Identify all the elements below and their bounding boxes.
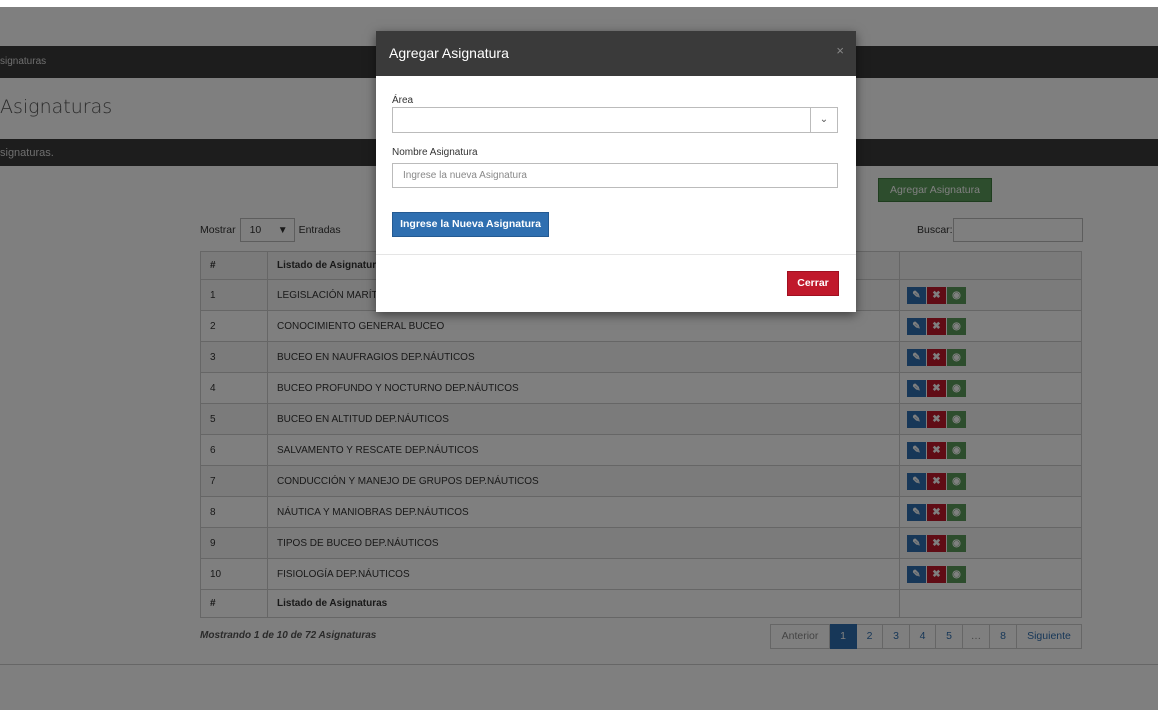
area-label: Área: [392, 95, 414, 106]
subject-name-label: Nombre Asignatura: [392, 147, 478, 158]
submit-subject-button[interactable]: Ingrese la Nueva Asignatura: [392, 212, 549, 237]
modal-body: Área ⌄ Nombre Asignatura Ingrese la nuev…: [376, 76, 856, 255]
chevron-down-icon: ⌄: [810, 108, 837, 132]
modal-footer: Cerrar: [376, 255, 856, 312]
modal-title: Agregar Asignatura: [389, 45, 509, 61]
area-select[interactable]: ⌄: [392, 107, 838, 133]
top-strip: [0, 0, 1158, 6]
subject-name-input[interactable]: Ingrese la nueva Asignatura: [392, 163, 838, 188]
close-icon[interactable]: ×: [836, 43, 844, 58]
modal-header: Agregar Asignatura ×: [376, 31, 856, 76]
close-button[interactable]: Cerrar: [787, 271, 839, 296]
add-subject-modal: Agregar Asignatura × Área ⌄ Nombre Asign…: [376, 31, 856, 312]
